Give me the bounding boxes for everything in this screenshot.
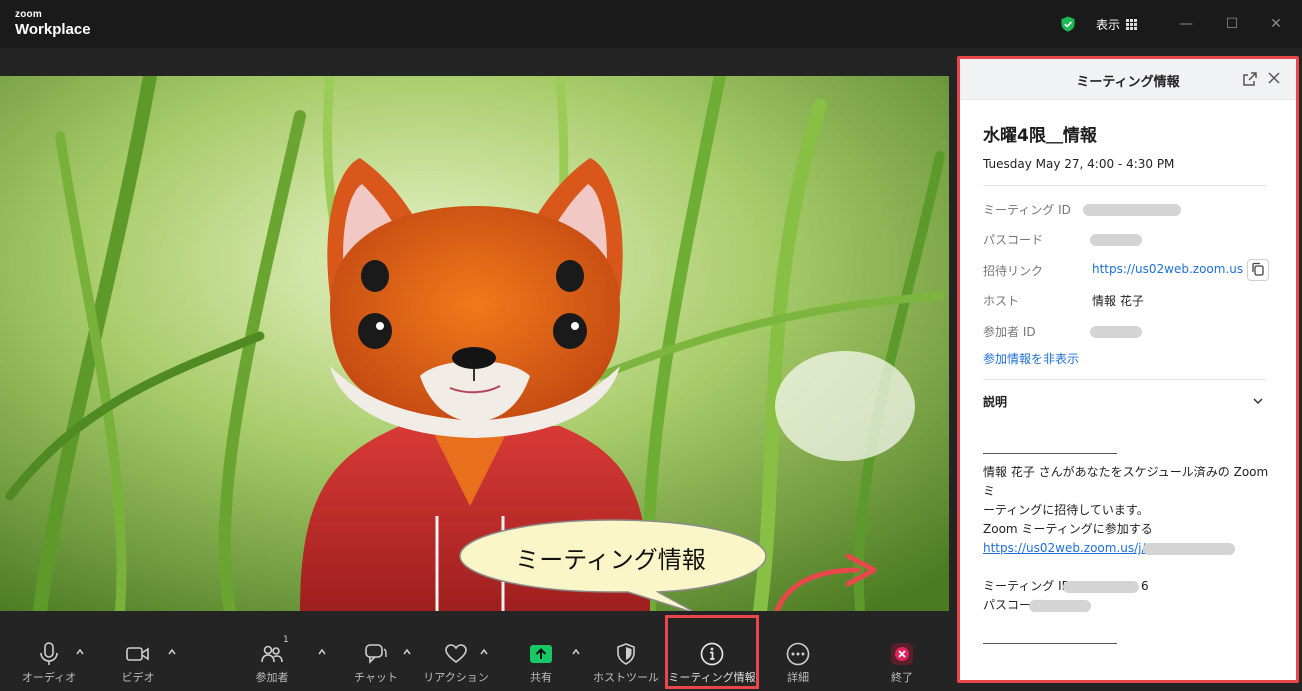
description-meeting-id-redacted [1063, 581, 1139, 593]
participant-id-label: 参加者 ID [983, 325, 1036, 339]
video-options-chevron-icon[interactable] [167, 647, 177, 657]
description-line: ーティングに招待しています。 [983, 503, 1149, 517]
description-body: 情報 花子 さんがあなたをスケジュール済みの Zoom ミ ーティングに招待して… [983, 463, 1273, 615]
meeting-id-label: ミーティング ID [983, 203, 1071, 217]
description-rule [983, 643, 1117, 644]
meeting-toolbar: オーディオ ビデオ 1 参加者 チャット リアクション 共有 ホストツール ミー… [0, 611, 949, 691]
host-label: ホスト [983, 294, 1020, 308]
host-tools-label: ホストツール [593, 671, 659, 684]
pop-out-icon[interactable] [1242, 71, 1258, 87]
video-label: ビデオ [121, 671, 155, 684]
video-button[interactable]: ビデオ [112, 611, 164, 691]
meeting-info-highlight-box [665, 615, 759, 689]
heart-icon [443, 641, 469, 667]
passcode-label: パスコード [983, 233, 1044, 247]
security-shield-icon[interactable] [1060, 16, 1076, 32]
panel-header: ミーティング情報 [960, 59, 1296, 100]
end-button[interactable]: 終了 [882, 611, 922, 691]
reactions-button[interactable]: リアクション [423, 611, 489, 691]
invite-link[interactable]: https://us02web.zoom.us... [1092, 262, 1244, 276]
divider [983, 185, 1266, 186]
close-window-button[interactable]: ✕ [1266, 14, 1286, 34]
chat-button[interactable]: チャット [352, 611, 400, 691]
meeting-info-panel: ミーティング情報 水曜4限＿情報 Tuesday May 27, 4:00 - … [957, 56, 1299, 683]
chevron-down-icon[interactable] [1252, 395, 1264, 407]
host-name: 情報 花子 [1092, 294, 1144, 308]
share-screen-icon [528, 641, 554, 667]
more-icon [785, 641, 811, 667]
description-meeting-id-suffix: 6 [1141, 579, 1149, 593]
copy-icon [1252, 262, 1264, 276]
logo-workplace-text: Workplace [15, 21, 91, 38]
end-label: 終了 [891, 671, 913, 684]
participants-label: 参加者 [255, 671, 289, 684]
audio-options-chevron-icon[interactable] [75, 647, 85, 657]
description-rule [983, 453, 1117, 454]
logo-zoom-text: zoom [15, 9, 42, 20]
reactions-label: リアクション [423, 671, 489, 684]
description-passcode-redacted [1029, 600, 1091, 612]
invite-link-label: 招待リンク [983, 264, 1044, 278]
zoom-window: zoom Workplace 表示 — ☐ ✕ ミーティング情報 オーディオ ビ… [0, 0, 1302, 691]
hide-join-info-link[interactable]: 参加情報を非表示 [983, 350, 1079, 367]
chat-icon [363, 641, 389, 667]
description-header[interactable]: 説明 [983, 393, 1007, 410]
more-label: 詳細 [787, 671, 809, 684]
callout-text: ミーティング情報 [515, 546, 706, 574]
description-meeting-id-label: ミーティング ID: [983, 579, 1075, 593]
participants-options-chevron-icon[interactable] [317, 647, 327, 657]
participant-id-redacted [1090, 326, 1142, 338]
share-label: 共有 [530, 671, 552, 684]
maximize-button[interactable]: ☐ [1222, 14, 1242, 34]
zoom-logo: zoom Workplace [15, 9, 91, 38]
audio-label: オーディオ [21, 671, 77, 684]
chat-label: チャット [354, 671, 398, 684]
audio-button[interactable]: オーディオ [22, 611, 76, 691]
description-line: Zoom ミーティングに参加する [983, 522, 1153, 536]
host-tools-button[interactable]: ホストツール [593, 611, 659, 691]
reactions-options-chevron-icon[interactable] [479, 647, 489, 657]
microphone-icon [36, 641, 62, 667]
meeting-date: Tuesday May 27, 4:00 - 4:30 PM [983, 157, 1175, 171]
meeting-id-redacted [1083, 204, 1181, 216]
end-icon [889, 641, 915, 667]
share-options-chevron-icon[interactable] [571, 647, 581, 657]
divider [983, 379, 1266, 380]
title-bar: zoom Workplace 表示 — ☐ ✕ [0, 0, 1302, 48]
more-button[interactable]: 詳細 [778, 611, 818, 691]
description-line: 情報 花子 さんがあなたをスケジュール済みの Zoom ミ [983, 465, 1269, 498]
view-button[interactable]: 表示 [1090, 12, 1143, 36]
copy-link-button[interactable] [1247, 259, 1269, 281]
chat-options-chevron-icon[interactable] [402, 647, 412, 657]
view-label: 表示 [1096, 17, 1121, 32]
participants-count: 1 [283, 635, 289, 645]
description-join-link[interactable]: https://us02web.zoom.us/j/ [983, 541, 1146, 555]
join-link-redacted [1143, 543, 1235, 555]
participants-icon: 1 [259, 635, 289, 667]
grid-view-icon [1126, 18, 1138, 30]
share-button[interactable]: 共有 [521, 611, 561, 691]
passcode-redacted [1090, 234, 1142, 246]
shield-icon [613, 641, 639, 667]
participants-button[interactable]: 1 参加者 [248, 611, 296, 691]
close-panel-icon[interactable] [1266, 70, 1282, 86]
red-arrow-icon [773, 553, 877, 617]
camera-icon [125, 641, 151, 667]
meeting-title: 水曜4限＿情報 [983, 126, 1097, 146]
minimize-button[interactable]: — [1176, 14, 1196, 34]
